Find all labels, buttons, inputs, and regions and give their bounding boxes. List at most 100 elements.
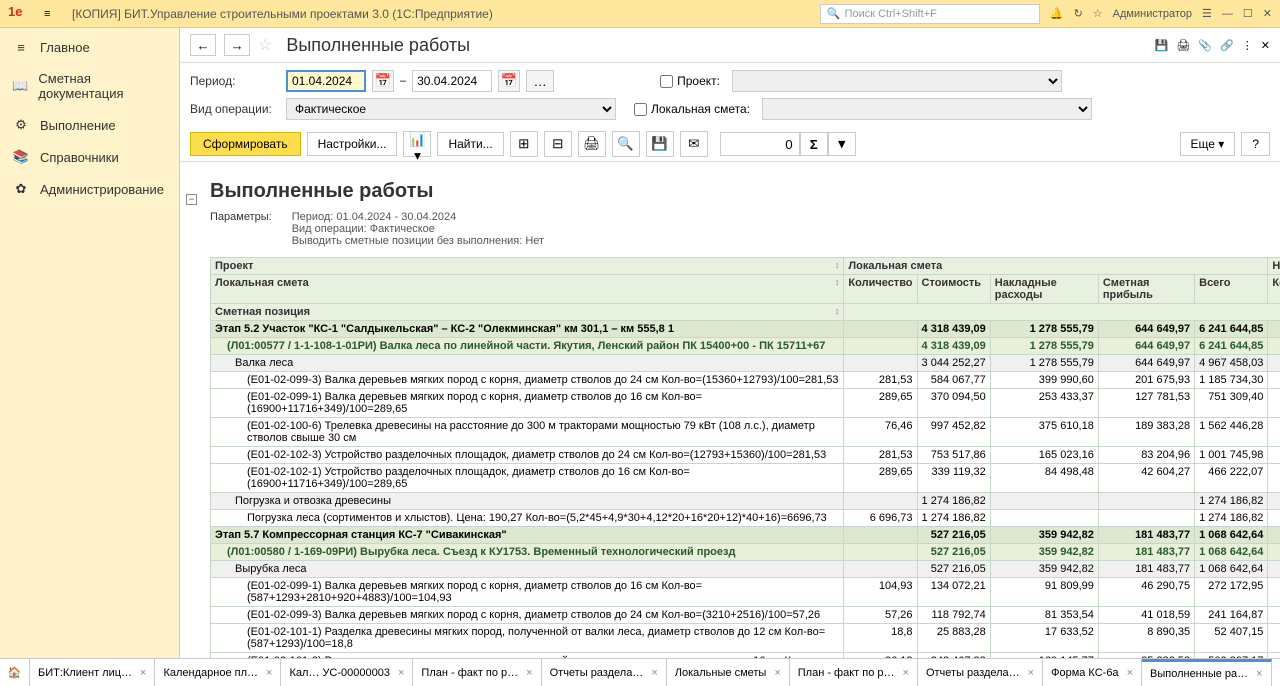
favorite-star-icon[interactable]: ☆ — [258, 35, 272, 55]
table-row[interactable]: Валка леса3 044 252,271 278 555,79644 64… — [211, 355, 1280, 372]
table-row[interactable]: Этап 5.7 Компрессорная станция КС-7 "Сив… — [211, 527, 1280, 544]
project-checkbox[interactable] — [660, 75, 673, 88]
save-icon[interactable]: 💾 — [1155, 39, 1169, 52]
table-row[interactable]: Вырубка леса527 216,05359 942,82181 483,… — [211, 561, 1280, 578]
period-label: Период: — [190, 74, 280, 88]
bottom-tab[interactable]: Форма КС-6а× — [1043, 659, 1142, 686]
link-icon[interactable]: 🔗 — [1220, 39, 1234, 52]
col-profit[interactable]: Сметная прибыль — [1098, 275, 1194, 304]
bottom-tab[interactable]: Отчеты раздела…× — [542, 659, 667, 686]
calendar-from-button[interactable]: 📅 — [372, 70, 394, 92]
bottom-tab[interactable]: Отчеты раздела…× — [918, 659, 1043, 686]
bottom-tab[interactable]: План - факт по р…× — [790, 659, 918, 686]
close-tab-icon[interactable]: × — [398, 667, 404, 679]
table-row[interactable]: (Л01:00577 / 1-1-108-1-01РИ) Валка леса … — [211, 338, 1280, 355]
col-qty[interactable]: Количество — [844, 275, 917, 304]
global-search[interactable]: 🔍 Поиск Ctrl+Shift+F — [820, 4, 1040, 24]
col-overhead[interactable]: Накладные расходы — [990, 275, 1098, 304]
table-row[interactable]: (Е01-02-102-3) Устройство разделочных пл… — [211, 447, 1280, 464]
table-row[interactable]: (Е01-02-101-2) Разделка древесины мягких… — [211, 653, 1280, 659]
close-tab-icon[interactable]: × — [1127, 667, 1133, 679]
close-tab-icon[interactable]: × — [651, 667, 657, 679]
table-row[interactable]: (Е01-02-101-1) Разделка древесины мягких… — [211, 624, 1280, 653]
period-picker-button[interactable]: … — [526, 70, 554, 92]
more-button[interactable]: Еще ▾ — [1180, 132, 1236, 156]
tree-toggle[interactable]: − — [186, 194, 197, 205]
bottom-tab[interactable]: Выполненные ра…× — [1142, 659, 1272, 686]
nav-forward-button[interactable]: → — [224, 34, 250, 56]
bottom-tab[interactable]: БИТ:Клиент лиц…× — [30, 659, 155, 686]
close-tab-icon[interactable]: × — [903, 667, 909, 679]
col-total[interactable]: Всего — [1195, 275, 1268, 304]
sidebar-item-estimates[interactable]: 📖Сметная документация — [0, 63, 179, 109]
menu-icon[interactable]: ☰ — [1202, 7, 1212, 20]
find-button[interactable]: Найти... — [437, 132, 503, 156]
hamburger-icon[interactable]: ≡ — [44, 8, 64, 20]
bottom-tab[interactable]: Календарное пл…× — [155, 659, 281, 686]
sidebar-item-admin[interactable]: ✿Администрирование — [0, 173, 179, 205]
row-value: 8 890,35 — [1098, 624, 1194, 653]
row-value: 1 068 642,64 — [1195, 527, 1268, 544]
close-window-icon[interactable]: ✕ — [1263, 7, 1272, 20]
close-tab-icon[interactable]: × — [774, 667, 780, 679]
email-button[interactable]: ✉ — [680, 131, 708, 157]
col-iqty[interactable]: Количество — [1268, 275, 1280, 304]
date-from-input[interactable] — [286, 70, 366, 92]
date-to-input[interactable] — [412, 70, 492, 92]
sidebar-item-main[interactable]: ≡Главное — [0, 32, 179, 63]
col-cost[interactable]: Стоимость — [917, 275, 990, 304]
table-row[interactable]: (Е01-02-099-1) Валка деревьев мягких пор… — [211, 578, 1280, 607]
close-tab-icon[interactable]: × — [526, 667, 532, 679]
close-tab-icon[interactable]: × — [140, 667, 146, 679]
bottom-tab[interactable]: Кал… УС-00000003× — [281, 659, 413, 686]
bottom-tab[interactable]: Локальные сметы× — [667, 659, 790, 686]
print-button[interactable]: 🖨 — [578, 131, 606, 157]
close-tab-icon[interactable]: × — [1256, 668, 1262, 680]
table-row[interactable]: Погрузка леса (сортиментов и хлыстов). Ц… — [211, 510, 1280, 527]
sigma-button[interactable]: Σ — [800, 132, 828, 156]
generate-button[interactable]: Сформировать — [190, 132, 301, 156]
calendar-to-button[interactable]: 📅 — [498, 70, 520, 92]
sidebar-item-execution[interactable]: ⚙Выполнение — [0, 109, 179, 141]
col-project[interactable]: Проект↕ — [211, 258, 844, 275]
sidebar-item-refs[interactable]: 📚Справочники — [0, 141, 179, 173]
variants-button[interactable]: 📊 ▾ — [403, 131, 431, 157]
star-icon[interactable]: ☆ — [1093, 7, 1103, 20]
table-row[interactable]: (Е01-02-100-6) Трелевка древесины на рас… — [211, 418, 1280, 447]
settings-button[interactable]: Настройки... — [307, 132, 398, 156]
attach-icon[interactable]: 📎 — [1198, 39, 1212, 52]
close-tab-icon[interactable]: × — [1028, 667, 1034, 679]
close-tab-icon[interactable]: × — [266, 667, 272, 679]
maximize-icon[interactable]: ☐ — [1243, 7, 1253, 20]
col-local-estimate[interactable]: Локальная смета↕ — [211, 275, 844, 304]
table-row[interactable]: Этап 5.2 Участок "КС-1 "Салдыкельская" –… — [211, 321, 1280, 338]
preview-button[interactable]: 🔍 — [612, 131, 640, 157]
nav-back-button[interactable]: ← — [190, 34, 216, 56]
sigma-input[interactable] — [720, 132, 800, 156]
table-row[interactable]: Погрузка и отвозка древесины1 274 186,82… — [211, 493, 1280, 510]
operation-dropdown[interactable]: Фактическое — [286, 98, 616, 120]
print-icon[interactable]: 🖨 — [1176, 39, 1190, 52]
collapse-button[interactable]: ⊟ — [544, 131, 572, 157]
expand-button[interactable]: ⊞ — [510, 131, 538, 157]
table-row[interactable]: (Е01-02-099-1) Валка деревьев мягких пор… — [211, 389, 1280, 418]
more-icon[interactable]: ⋮ — [1242, 39, 1253, 52]
home-tab[interactable]: 🏠 — [0, 659, 30, 686]
col-position[interactable]: Сметная позиция↕ — [211, 304, 844, 321]
table-row[interactable]: (Е01-02-099-3) Валка деревьев мягких пор… — [211, 607, 1280, 624]
sigma-dropdown-button[interactable]: ▾ — [828, 132, 856, 156]
bottom-tab[interactable]: План - факт по р…× — [413, 659, 541, 686]
help-button[interactable]: ? — [1241, 132, 1270, 156]
user-name[interactable]: Администратор — [1113, 8, 1192, 20]
table-row[interactable]: (Е01-02-099-3) Валка деревьев мягких пор… — [211, 372, 1280, 389]
table-row[interactable]: (Л01:00580 / 1-169-09РИ) Вырубка леса. С… — [211, 544, 1280, 561]
estimate-checkbox[interactable] — [634, 103, 647, 116]
minimize-icon[interactable]: — — [1222, 8, 1233, 20]
estimate-dropdown[interactable] — [762, 98, 1092, 120]
table-row[interactable]: (Е01-02-102-1) Устройство разделочных пл… — [211, 464, 1280, 493]
bell-icon[interactable]: 🔔 — [1050, 7, 1064, 20]
save-file-button[interactable]: 💾 — [646, 131, 674, 157]
history-icon[interactable]: ↻ — [1074, 7, 1083, 20]
project-dropdown[interactable] — [732, 70, 1062, 92]
close-page-icon[interactable]: ✕ — [1261, 39, 1270, 52]
